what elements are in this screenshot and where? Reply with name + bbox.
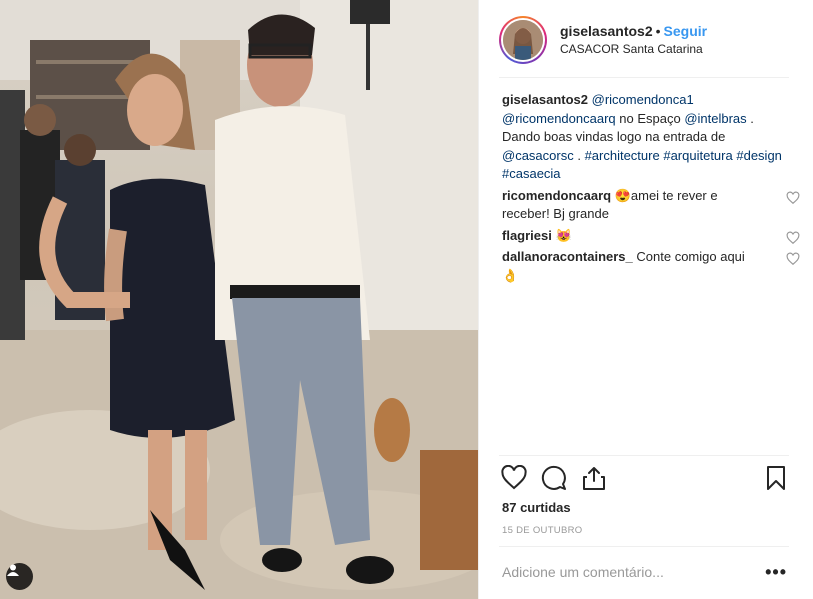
comment-item: flagriesi 😻 <box>502 227 800 246</box>
heart-icon[interactable] <box>786 191 800 205</box>
heart-icon[interactable] <box>786 231 800 245</box>
divider <box>499 77 789 78</box>
caption-mention[interactable]: @ricomendoncaarq <box>502 111 616 126</box>
header-username[interactable]: giselasantos2 <box>560 23 653 39</box>
hashtag-link[interactable]: #arquitetura <box>663 148 732 163</box>
comment-username[interactable]: ricomendoncaarq <box>502 188 611 203</box>
location-link[interactable]: CASACOR Santa Catarina <box>560 40 707 58</box>
likes-count[interactable]: 87 curtidas <box>502 500 571 515</box>
comment-input[interactable]: Adicione um comentário... <box>502 564 664 580</box>
post-details-panel: giselasantos2 • Seguir CASACOR Santa Catar… <box>478 0 813 599</box>
divider <box>499 546 789 547</box>
comment-username[interactable]: flagriesi <box>502 228 552 243</box>
hashtag-link[interactable]: #casaecia <box>502 166 561 181</box>
more-options-button[interactable]: ••• <box>765 562 787 583</box>
user-tag-icon[interactable] <box>6 563 33 590</box>
divider <box>499 455 789 456</box>
post-photo[interactable] <box>0 0 478 599</box>
avatar-image <box>503 20 543 60</box>
follow-button[interactable]: Seguir <box>664 23 708 39</box>
share-icon[interactable] <box>581 465 607 491</box>
comments-list: giselasantos2 @ricomendonca1 @ricomendon… <box>502 91 800 285</box>
caption-text: no Espaço <box>615 110 685 126</box>
caption-mention[interactable]: @ricomendonca1 <box>592 92 694 107</box>
header-separator: • <box>655 23 661 39</box>
heart-icon[interactable] <box>501 465 527 491</box>
hashtag-link[interactable]: #design <box>736 148 782 163</box>
post-header: giselasantos2 • Seguir CASACOR Santa Catar… <box>499 14 789 66</box>
bookmark-icon[interactable] <box>763 465 789 491</box>
caption-mention[interactable]: @casacorsc <box>502 148 574 163</box>
caption-text: . <box>573 147 585 163</box>
action-bar <box>501 465 789 493</box>
caption: giselasantos2 @ricomendonca1 @ricomendon… <box>502 91 787 184</box>
caption-mention[interactable]: @intelbras <box>684 111 746 126</box>
comment-username[interactable]: dallanoracontainers_ <box>502 249 633 264</box>
comment-item: ricomendoncaarq 😍amei te rever e receber… <box>502 187 800 224</box>
comment-text: 😻 <box>551 227 572 243</box>
caption-username[interactable]: giselasantos2 <box>502 92 588 107</box>
photo-scene <box>0 0 478 599</box>
hashtag-link[interactable]: #architecture <box>585 148 660 163</box>
post-date: 15 DE OUTUBRO <box>502 525 583 536</box>
comment-icon[interactable] <box>541 465 567 491</box>
avatar[interactable] <box>499 16 547 64</box>
comment-item: dallanoracontainers_ Conte comigo aqui 👌 <box>502 248 800 285</box>
heart-icon[interactable] <box>786 252 800 266</box>
